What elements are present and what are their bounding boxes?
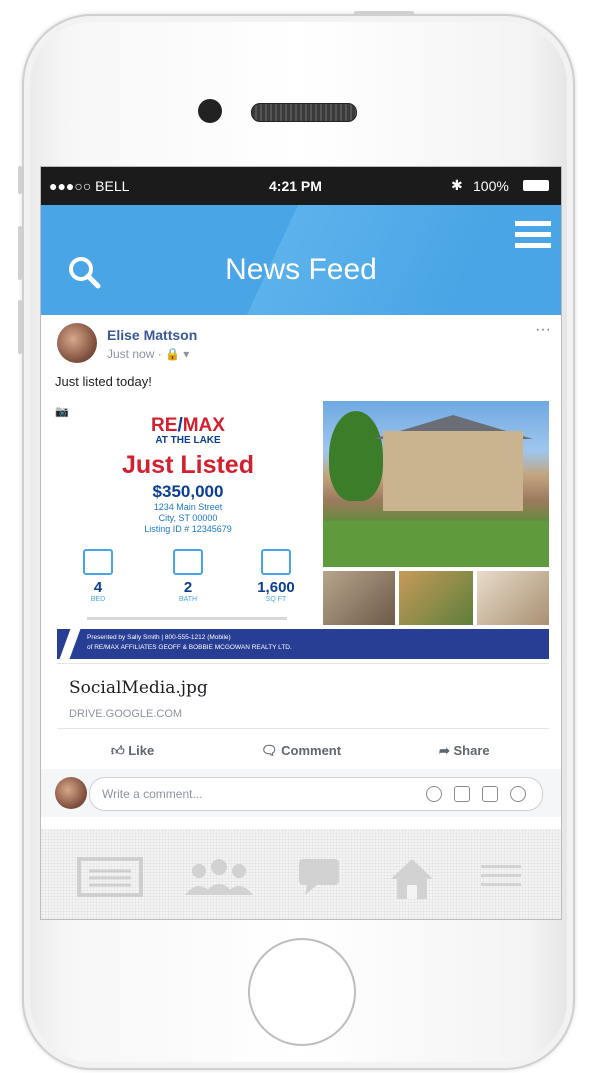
news-feed-header: News Feed xyxy=(41,205,561,315)
page-title: News Feed xyxy=(225,253,377,286)
news-feed-tab-icon[interactable] xyxy=(77,857,143,902)
carrier-label: ●●●○○ BELL xyxy=(49,178,130,194)
phone-screen: ●●●○○ BELL 4:21 PM ✱ 100% News Feed Elis… xyxy=(40,166,562,920)
clock: 4:21 PM xyxy=(269,178,322,194)
listing-ad-image[interactable]: 📷 RE/MAX AT THE LAKE Just Listed $350,00… xyxy=(55,401,549,663)
share-icon: ➦ xyxy=(439,743,454,758)
banner-stripe xyxy=(59,629,81,659)
share-button[interactable]: ➦ Share xyxy=(439,743,490,759)
comment-input[interactable]: Write a comment... xyxy=(89,777,543,811)
more-options-icon[interactable]: ··· xyxy=(535,321,551,339)
remax-logo: RE/MAX xyxy=(151,415,225,436)
house-photo xyxy=(323,401,549,567)
stat-sqft: 1,600 SQ FT xyxy=(241,549,311,603)
comment-placeholder: Write a comment... xyxy=(102,787,203,801)
more-tab-icon[interactable] xyxy=(481,863,521,894)
lawn xyxy=(323,521,549,567)
listing-price: $350,000 xyxy=(152,482,224,501)
floorplan-icon xyxy=(261,549,291,575)
post-meta[interactable]: Just now · 🔒 ▾ xyxy=(107,347,189,361)
fine-print xyxy=(87,617,287,620)
bed-icon xyxy=(83,549,113,575)
messages-tab-icon[interactable] xyxy=(297,857,341,902)
volume-up-button xyxy=(18,226,22,280)
comment-icon: 🗨︎ xyxy=(261,743,282,758)
emoji-icon[interactable] xyxy=(426,786,442,802)
interior-photo-bedroom xyxy=(323,571,395,625)
address-line: 1234 Main Street xyxy=(153,502,223,512)
city-line: City, ST 00000 xyxy=(158,513,218,523)
earpiece-speaker xyxy=(251,103,357,122)
thumbs-up-icon: 👍︎ xyxy=(111,743,129,758)
friends-tab-icon[interactable] xyxy=(179,857,259,902)
home-tab-icon[interactable] xyxy=(389,857,435,906)
like-button[interactable]: 👍︎ Like xyxy=(111,743,154,759)
remax-sub-logo: AT THE LAKE xyxy=(155,435,221,446)
bathtub-icon xyxy=(173,549,203,575)
author-avatar[interactable] xyxy=(57,323,97,363)
just-listed-headline: Just Listed xyxy=(122,451,254,479)
home-button[interactable] xyxy=(248,938,356,1046)
comment-bar: Write a comment... xyxy=(41,769,561,817)
battery-icon xyxy=(523,180,549,191)
listing-info: 📷 RE/MAX AT THE LAKE Just Listed $350,00… xyxy=(55,401,319,627)
stat-bath: 2 BATH xyxy=(153,549,223,603)
camera-icon[interactable] xyxy=(454,786,470,802)
side-button xyxy=(18,166,22,194)
post-actions: 👍︎ Like 🗨︎ Comment ➦ Share xyxy=(49,733,553,767)
hamburger-menu-icon[interactable] xyxy=(515,221,551,254)
listing-id: Listing ID # 12345679 xyxy=(144,524,232,534)
link-domain: DRIVE.GOOGLE.COM xyxy=(69,708,183,720)
link-preview[interactable]: SocialMedia.jpg DRIVE.GOOGLE.COM xyxy=(57,663,549,729)
volume-down-button xyxy=(18,300,22,354)
post-text: Just listed today! xyxy=(55,374,152,389)
sticker-icon[interactable] xyxy=(510,786,526,802)
front-camera xyxy=(198,99,222,123)
agent-info: Presented by Sally Smith | 800-555-1212 … xyxy=(87,634,292,651)
interior-photo-kitchen xyxy=(399,571,473,625)
author-name[interactable]: Elise Mattson xyxy=(107,327,197,343)
stat-bed: 4 BED xyxy=(63,549,133,603)
comment-button[interactable]: 🗨︎ Comment xyxy=(261,743,341,759)
power-button xyxy=(354,11,414,15)
interior-photo-living xyxy=(477,571,549,625)
battery-percent: 100% xyxy=(473,178,509,194)
commenter-avatar xyxy=(55,777,87,809)
bottom-tab-bar xyxy=(41,829,561,919)
link-title[interactable]: SocialMedia.jpg xyxy=(69,678,208,698)
agent-banner: Presented by Sally Smith | 800-555-1212 … xyxy=(57,629,549,659)
status-bar: ●●●○○ BELL 4:21 PM ✱ 100% xyxy=(41,167,561,205)
house-facade xyxy=(383,431,523,511)
bluetooth-icon: ✱ xyxy=(451,177,463,193)
gif-icon[interactable] xyxy=(482,786,498,802)
